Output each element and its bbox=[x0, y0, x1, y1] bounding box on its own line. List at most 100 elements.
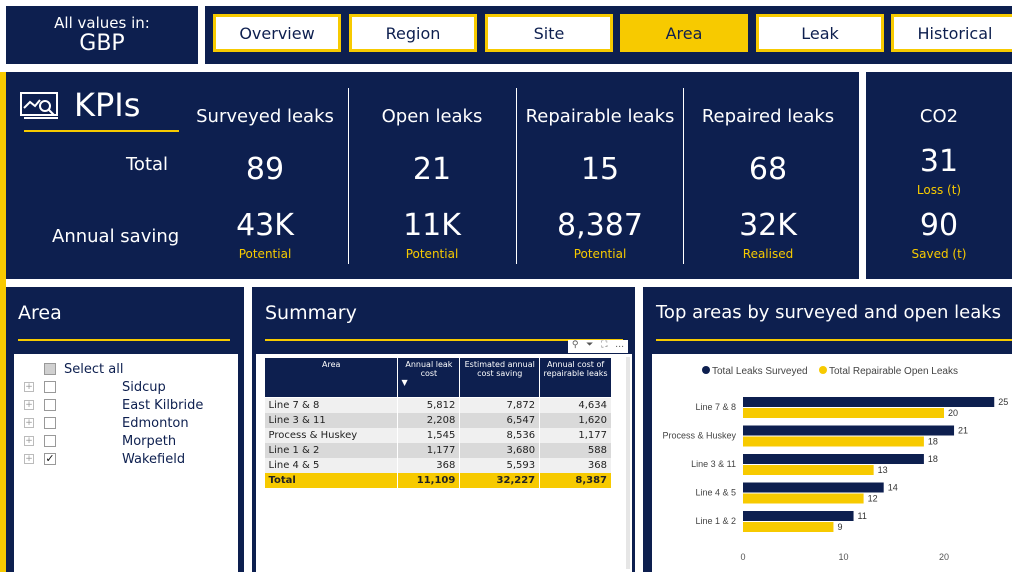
cell-value: 7,872 bbox=[459, 397, 541, 413]
kpi-saving-sub-surveyed: Potential bbox=[238, 247, 292, 261]
select-all-checkbox[interactable] bbox=[44, 363, 56, 375]
cell-total-value: 8,387 bbox=[539, 472, 612, 488]
table-row[interactable]: Process & Huskey 1,545 8,536 1,177 bbox=[264, 427, 612, 443]
data-label: 20 bbox=[948, 408, 958, 418]
kpi-header-repairable: Repairable leaks bbox=[525, 106, 675, 127]
table-row[interactable]: Line 7 & 8 5,812 7,872 4,634 bbox=[264, 397, 612, 413]
expand-icon[interactable]: + bbox=[24, 418, 34, 428]
area-slicer-title: Area bbox=[18, 302, 62, 324]
cell-value: 1,177 bbox=[539, 427, 612, 443]
cell-total-value: 11,109 bbox=[397, 472, 461, 488]
category-label: Line 1 & 2 bbox=[695, 516, 736, 526]
summary-table-area: ⚲ ⏷ ⛶ … Area Annual leak cost ▼ Estimated… bbox=[256, 340, 632, 572]
kpi-saving-surveyed: 43K bbox=[236, 208, 294, 243]
slicer-item-label: East Kilbride bbox=[122, 397, 204, 413]
kpi-total-surveyed: 89 bbox=[245, 152, 285, 187]
cell-value: 4,634 bbox=[539, 397, 612, 413]
filter-icon[interactable]: ⏷ bbox=[586, 340, 593, 353]
bar bbox=[743, 425, 955, 436]
legend-marker bbox=[819, 366, 827, 374]
legend-marker bbox=[702, 366, 710, 374]
table-row[interactable]: Line 1 & 2 1,177 3,680 588 bbox=[264, 442, 612, 458]
summary-title: Summary bbox=[265, 302, 357, 324]
top-areas-chart: Total Leaks Surveyed Total Repairable Ope… bbox=[652, 354, 1012, 572]
tab-bar: Overview Region Site Area Leak Historica… bbox=[205, 6, 1012, 64]
cell-value: 1,177 bbox=[397, 442, 461, 458]
cell-total-value: 32,227 bbox=[459, 472, 541, 488]
kpi-saving-sub-repaired: Realised bbox=[742, 247, 794, 261]
cell-value: 588 bbox=[539, 442, 612, 458]
col-header-area[interactable]: Area bbox=[263, 357, 399, 398]
area-slicer-list: Select all + Sidcup + East Kilbride + Ed… bbox=[14, 354, 238, 572]
slicer-item-sidcup[interactable]: + Sidcup bbox=[14, 378, 224, 396]
checkbox[interactable] bbox=[44, 417, 56, 429]
slicer-select-all[interactable]: Select all bbox=[14, 360, 224, 378]
kpi-saving-open: 11K bbox=[403, 208, 461, 243]
checkmark-icon[interactable]: ✓ bbox=[44, 453, 56, 465]
expand-icon[interactable]: + bbox=[24, 436, 34, 446]
data-label: 21 bbox=[958, 426, 968, 436]
cell-value: 6,547 bbox=[459, 412, 541, 428]
kpi-header-repaired: Repaired leaks bbox=[701, 106, 835, 127]
data-label: 14 bbox=[888, 483, 898, 493]
kpi-saving-repairable: 8,387 bbox=[557, 208, 643, 243]
category-label: Line 3 & 11 bbox=[691, 459, 736, 469]
col-header-estimated-saving[interactable]: Estimated annual cost saving bbox=[459, 357, 541, 398]
pin-icon[interactable]: ⚲ bbox=[572, 340, 579, 353]
expand-icon[interactable]: + bbox=[24, 382, 34, 392]
kpi-separator bbox=[683, 88, 684, 264]
bar bbox=[743, 397, 995, 407]
checkbox[interactable] bbox=[44, 381, 56, 393]
checkbox[interactable] bbox=[44, 435, 56, 447]
slicer-item-edmonton[interactable]: + Edmonton bbox=[14, 414, 224, 432]
cell-value: 5,812 bbox=[397, 397, 461, 413]
tab-leak[interactable]: Leak bbox=[756, 14, 884, 52]
tab-site[interactable]: Site bbox=[485, 14, 613, 52]
area-slicer-panel: Area Select all + Sidcup + East Kilbride… bbox=[6, 287, 244, 572]
col-header-annual-leak-cost[interactable]: Annual leak cost ▼ bbox=[397, 357, 461, 398]
bar bbox=[743, 482, 884, 493]
tab-overview[interactable]: Overview bbox=[213, 14, 341, 52]
slicer-item-label: Morpeth bbox=[122, 433, 177, 449]
slicer-item-east-kilbride[interactable]: + East Kilbride bbox=[14, 396, 224, 414]
focus-mode-icon[interactable]: ⛶ bbox=[601, 340, 607, 353]
co2-loss-label: Loss (t) bbox=[916, 183, 962, 197]
legend-label: Total Repairable Open Leaks bbox=[829, 366, 958, 377]
data-label: 9 bbox=[837, 522, 842, 532]
table-row[interactable]: Line 3 & 11 2,208 6,547 1,620 bbox=[264, 412, 612, 428]
kpi-title-underline bbox=[24, 130, 179, 132]
kpi-separator bbox=[516, 88, 517, 264]
slicer-item-morpeth[interactable]: + Morpeth bbox=[14, 432, 224, 450]
visual-header-toolbar: ⚲ ⏷ ⛶ … bbox=[568, 340, 628, 353]
checkbox[interactable] bbox=[44, 399, 56, 411]
more-options-icon[interactable]: … bbox=[615, 340, 624, 353]
bar bbox=[743, 493, 864, 504]
table-scrollbar[interactable] bbox=[626, 357, 630, 569]
kpi-total-repairable: 15 bbox=[580, 152, 620, 187]
area-title-underline bbox=[18, 339, 230, 341]
co2-panel: CO2 31 Loss (t) 90 Saved (t) bbox=[866, 72, 1012, 279]
slicer-item-label: Wakefield bbox=[122, 451, 186, 467]
col-header-repairable-cost[interactable]: Annual cost of repairable leaks bbox=[539, 357, 612, 398]
cell-area: Line 1 & 2 bbox=[264, 442, 399, 458]
tab-region[interactable]: Region bbox=[349, 14, 477, 52]
tab-historical[interactable]: Historical bbox=[891, 14, 1012, 52]
expand-icon[interactable]: + bbox=[24, 400, 34, 410]
bar bbox=[743, 454, 924, 464]
bar bbox=[743, 408, 944, 418]
tab-area[interactable]: Area bbox=[620, 14, 748, 52]
sort-desc-icon: ▼ bbox=[401, 378, 408, 387]
slicer-item-wakefield[interactable]: + ✓ Wakefield bbox=[14, 450, 224, 468]
bar bbox=[743, 436, 924, 447]
cell-area: Line 4 & 5 bbox=[264, 457, 399, 473]
bar bbox=[743, 465, 874, 475]
cell-value: 1,545 bbox=[397, 427, 461, 443]
kpi-total-open: 21 bbox=[412, 152, 452, 187]
kpi-title: KPIs bbox=[74, 86, 141, 124]
category-label: Line 7 & 8 bbox=[695, 402, 736, 412]
currency-value: GBP bbox=[79, 31, 125, 56]
kpi-saving-sub-open: Potential bbox=[405, 247, 459, 261]
expand-icon[interactable]: + bbox=[24, 454, 34, 464]
cell-value: 2,208 bbox=[397, 412, 461, 428]
table-row[interactable]: Line 4 & 5 368 5,593 368 bbox=[264, 457, 612, 473]
